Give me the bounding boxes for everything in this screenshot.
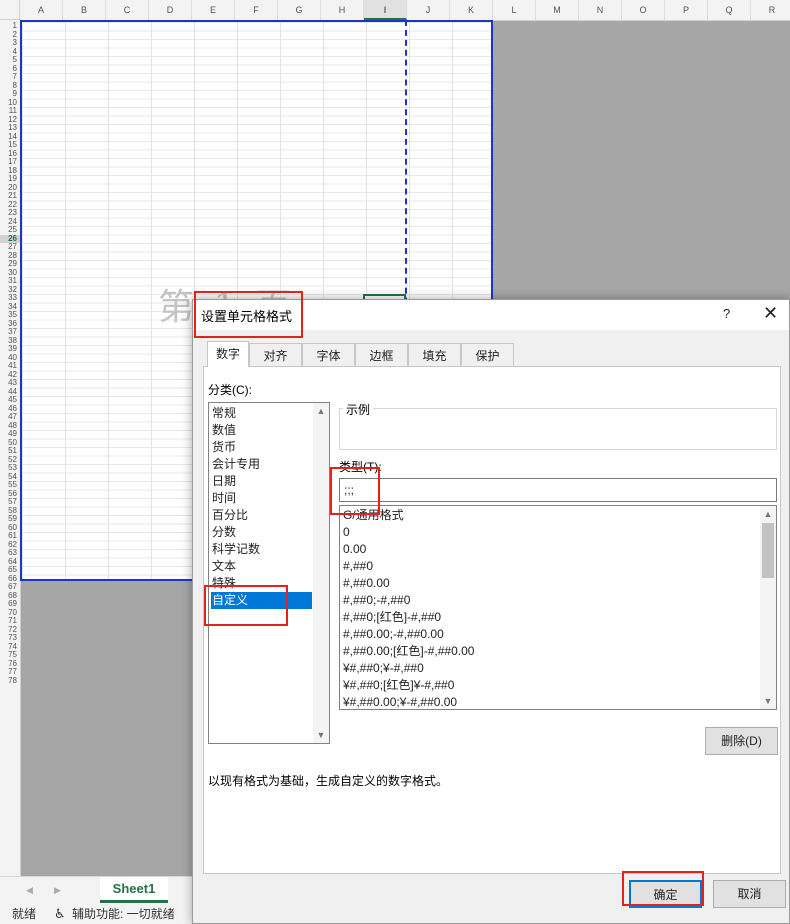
type-label: 类型(T): <box>339 460 382 474</box>
format-item[interactable]: 0.00 <box>343 541 366 558</box>
category-item[interactable]: 日期 <box>211 473 312 490</box>
dialog-title: 设置单元格格式 <box>201 309 293 324</box>
format-cells-dialog: 设置单元格格式 ? ✕ 数字 对齐 字体 边框 填充 保护 分类(C): 常规 … <box>192 291 790 924</box>
scroll-thumb[interactable] <box>762 523 774 578</box>
column-header-n[interactable]: N <box>579 0 622 20</box>
row-header-2[interactable]: 2 <box>0 30 20 40</box>
scroll-down-icon[interactable]: ▼ <box>313 727 329 743</box>
category-item[interactable]: 文本 <box>211 558 312 575</box>
format-item[interactable]: ¥#,##0;[红色]¥-#,##0 <box>343 677 454 694</box>
row-header-4[interactable]: 4 <box>0 47 20 57</box>
format-item[interactable]: #,##0.00 <box>343 575 390 592</box>
delete-button[interactable]: 删除(D) <box>705 727 778 755</box>
format-scrollbar[interactable]: ▲ ▼ <box>760 506 776 709</box>
format-item[interactable]: 0 <box>343 524 350 541</box>
category-label: 分类(C): <box>208 383 252 397</box>
tab-font[interactable]: 字体 <box>302 343 355 367</box>
category-item[interactable]: 货币 <box>211 439 312 456</box>
column-header-i[interactable]: I <box>364 0 407 20</box>
scroll-down-icon[interactable]: ▼ <box>760 693 776 709</box>
sample-box <box>339 408 777 450</box>
tab-alignment[interactable]: 对齐 <box>249 343 302 367</box>
category-item[interactable]: 百分比 <box>211 507 312 524</box>
column-header-b[interactable]: B <box>63 0 106 20</box>
category-item[interactable]: 常规 <box>211 405 312 422</box>
description-text: 以现有格式为基础，生成自定义的数字格式。 <box>208 774 449 788</box>
column-header-p[interactable]: P <box>665 0 708 20</box>
column-header-g[interactable]: G <box>278 0 321 20</box>
tab-number[interactable]: 数字 <box>207 341 249 367</box>
category-scrollbar[interactable]: ▲ ▼ <box>313 403 329 743</box>
ok-button[interactable]: 确定 <box>629 880 702 908</box>
accessibility-icon: ♿ <box>54 906 66 921</box>
sample-label: 示例 <box>343 401 374 418</box>
format-item[interactable]: #,##0.00;[红色]-#,##0.00 <box>343 643 474 660</box>
tab-protection[interactable]: 保护 <box>461 343 514 367</box>
scroll-up-icon[interactable]: ▲ <box>760 506 776 522</box>
sheet-tab-sheet1[interactable]: Sheet1 <box>100 877 168 903</box>
column-header-j[interactable]: J <box>407 0 450 20</box>
next-sheet-icon[interactable]: ▶ <box>54 885 61 896</box>
select-all-corner[interactable] <box>0 0 20 20</box>
help-icon[interactable]: ? <box>723 306 730 321</box>
cancel-button[interactable]: 取消 <box>713 880 786 908</box>
row-header-bar: 1 2 3 4 5 6 7 8 9 10 11 12 13 14 15 16 17 18 19 20 21 22 23 24 2… <box>0 20 21 880</box>
format-list[interactable]: G/通用格式 0 0.00 #,##0 #,##0.00 #,##0;-#,##… <box>339 505 777 710</box>
status-ready: 就绪 <box>12 907 37 921</box>
category-item[interactable]: 时间 <box>211 490 312 507</box>
category-item-selected[interactable]: 自定义 <box>211 592 312 609</box>
category-list[interactable]: 常规 数值 货币 会计专用 日期 时间 百分比 分数 科学记数 文本 特殊 自定… <box>208 402 330 744</box>
row-header-3[interactable]: 3 <box>0 38 20 48</box>
column-header-k[interactable]: K <box>450 0 493 20</box>
column-header-m[interactable]: M <box>536 0 579 20</box>
column-header-l[interactable]: L <box>493 0 536 20</box>
column-header-q[interactable]: Q <box>708 0 751 20</box>
scroll-up-icon[interactable]: ▲ <box>313 403 329 419</box>
column-header-e[interactable]: E <box>192 0 235 20</box>
category-item[interactable]: 会计专用 <box>211 456 312 473</box>
row-header-5[interactable]: 5 <box>0 55 20 65</box>
row-header-6[interactable]: 6 <box>0 64 20 74</box>
close-icon[interactable]: ✕ <box>763 303 778 324</box>
format-item[interactable]: #,##0.00;-#,##0.00 <box>343 626 444 643</box>
format-item[interactable]: #,##0 <box>343 558 373 575</box>
type-input[interactable]: ;;; <box>339 478 777 502</box>
dialog-titlebar: 设置单元格格式 ? ✕ <box>193 300 789 330</box>
tab-fill[interactable]: 填充 <box>408 343 461 367</box>
tab-border[interactable]: 边框 <box>355 343 408 367</box>
row-header-7[interactable]: 7 <box>0 72 20 82</box>
column-header-f[interactable]: F <box>235 0 278 20</box>
category-item[interactable]: 特殊 <box>211 575 312 592</box>
format-item[interactable]: G/通用格式 <box>343 507 404 524</box>
column-header-o[interactable]: O <box>622 0 665 20</box>
category-item[interactable]: 分数 <box>211 524 312 541</box>
row-header-1[interactable]: 1 <box>0 21 20 31</box>
column-header-r[interactable]: R <box>751 0 790 20</box>
format-item[interactable]: ¥#,##0.00;¥-#,##0.00 <box>343 694 457 709</box>
prev-sheet-icon[interactable]: ◀ <box>26 885 33 896</box>
format-item[interactable]: #,##0;-#,##0 <box>343 592 410 609</box>
row-header-8[interactable]: 8 <box>0 81 20 91</box>
column-header-c[interactable]: C <box>106 0 149 20</box>
column-header-h[interactable]: H <box>321 0 364 20</box>
column-header-bar: ABCDEFGHIJKLMNOPQR <box>20 0 790 21</box>
status-accessibility[interactable]: 辅助功能: 一切就绪 <box>72 904 175 924</box>
column-header-a[interactable]: A <box>20 0 63 20</box>
row-header-78[interactable]: 78 <box>0 676 20 686</box>
category-item[interactable]: 数值 <box>211 422 312 439</box>
format-item[interactable]: ¥#,##0;¥-#,##0 <box>343 660 424 677</box>
column-header-d[interactable]: D <box>149 0 192 20</box>
format-item[interactable]: #,##0;[红色]-#,##0 <box>343 609 441 626</box>
category-item[interactable]: 科学记数 <box>211 541 312 558</box>
